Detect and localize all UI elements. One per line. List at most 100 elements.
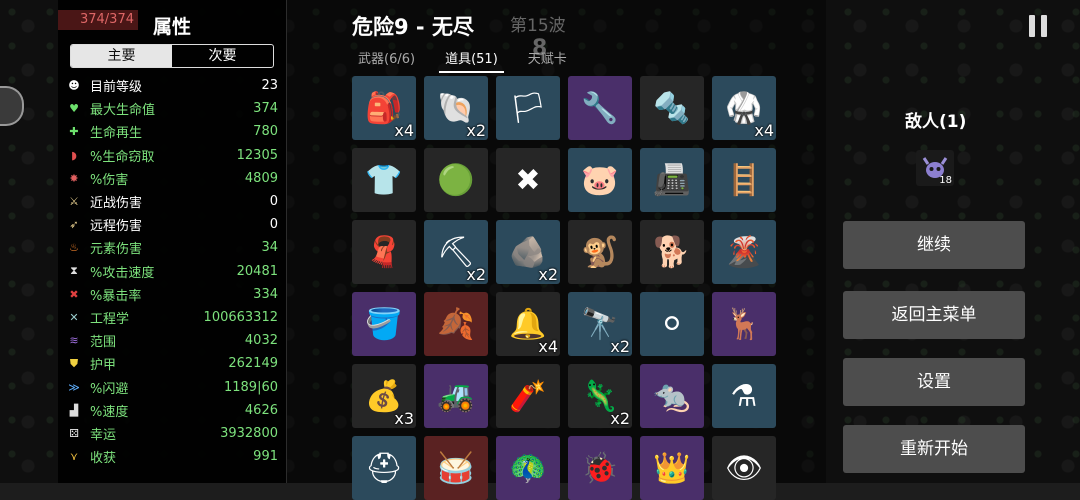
pause-icon <box>1029 15 1035 37</box>
dice-icon: ⚄ <box>69 426 79 440</box>
stat-name: 目前等级 <box>90 80 143 96</box>
stat-value: 100663312 <box>203 309 278 325</box>
monkey-icon: 🐒 <box>581 234 619 270</box>
main-menu-button[interactable]: 返回主菜单 <box>843 291 1025 339</box>
enemy-skull-icon[interactable]: 18 <box>916 150 954 186</box>
crown-icon: 👑 <box>653 450 691 486</box>
range-icon: ≋ <box>69 334 79 348</box>
green-stairs-item[interactable]: 🪜 <box>712 148 776 212</box>
drum-item[interactable]: 🥁 <box>424 436 488 500</box>
stat-row: ▟ %速度 4626 <box>66 399 278 422</box>
dog-item[interactable]: 🐕 <box>640 220 704 284</box>
snowball-item[interactable]: ⚪ <box>640 292 704 356</box>
item-quantity: x2 <box>538 265 558 284</box>
stat-value: 4809 <box>244 170 278 186</box>
peacock-item[interactable]: 🦚 <box>496 436 560 500</box>
crown-item[interactable]: 👑 <box>640 436 704 500</box>
gadget-item[interactable]: 🔔 x4 <box>496 292 560 356</box>
regen-icon: ✚ <box>69 125 79 139</box>
black-belt-item[interactable]: 🥋 x4 <box>712 76 776 140</box>
stat-value: 23 <box>261 78 278 94</box>
antler-skull-item[interactable]: 🦌 <box>712 292 776 356</box>
red-scarf-item[interactable]: 🧣 <box>352 220 416 284</box>
stat-row: ⛊ 护甲 262149 <box>66 352 278 375</box>
stat-row: ⧗ %攻击速度 20481 <box>66 260 278 283</box>
tools-icon: 🔧 <box>581 90 619 126</box>
stat-row: ≋ 范围 4032 <box>66 329 278 352</box>
stat-name: 远程伤害 <box>90 219 143 235</box>
crit-icon: ✖ <box>69 287 79 301</box>
whistle-item[interactable]: 🔩 <box>640 76 704 140</box>
claw-item[interactable]: ✖ <box>496 148 560 212</box>
restart-button[interactable]: 重新开始 <box>843 425 1025 473</box>
antler-skull-icon: 🦌 <box>725 306 763 342</box>
tab-talent-cards[interactable]: 天赋卡 <box>522 48 573 73</box>
rat-item[interactable]: 🐀 <box>640 364 704 428</box>
shovel-item[interactable]: ⛏ x2 <box>424 220 488 284</box>
spyglass-item[interactable]: 🔭 x2 <box>568 292 632 356</box>
tractor-icon: 🚜 <box>437 378 475 414</box>
rock-item[interactable]: 🪨 x2 <box>496 220 560 284</box>
item-quantity: x2 <box>466 121 486 140</box>
tractor-item[interactable]: 🚜 <box>424 364 488 428</box>
drum-icon: 🥁 <box>437 450 475 486</box>
peacock-icon: 🦚 <box>509 450 547 486</box>
stat-value: 34 <box>261 240 278 256</box>
monkey-item[interactable]: 🐒 <box>568 220 632 284</box>
continue-button[interactable]: 继续 <box>843 221 1025 269</box>
tab-secondary-stats[interactable]: 次要 <box>172 45 273 67</box>
piggy-bank-item[interactable]: 🐷 <box>568 148 632 212</box>
stat-name: %速度 <box>90 404 129 420</box>
item-quantity: x2 <box>466 265 486 284</box>
stat-row: ◗ %生命窃取 12305 <box>66 144 278 167</box>
stat-name: 生命再生 <box>90 126 143 142</box>
tab-weapons[interactable]: 武器(6/6) <box>352 48 421 73</box>
item-quantity: x4 <box>394 121 414 140</box>
plaid-shirt-item[interactable]: 👕 <box>352 148 416 212</box>
padlock-item[interactable]: 🎒 x4 <box>352 76 416 140</box>
rainbow-leaf-icon: 🍂 <box>437 306 475 342</box>
green-stairs-icon: 🪜 <box>725 162 763 198</box>
rat-icon: 🐀 <box>653 378 691 414</box>
cash-machine-item[interactable]: 📠 <box>640 148 704 212</box>
dodge-icon: ≫ <box>68 380 80 394</box>
ranged-icon: ➶ <box>69 218 79 232</box>
piggy-bank-icon: 🐷 <box>581 162 619 198</box>
potion-item[interactable]: ⚗ <box>712 364 776 428</box>
lizard-item[interactable]: 🦎 x2 <box>568 364 632 428</box>
red-scarf-icon: 🧣 <box>365 234 403 270</box>
rainbow-leaf-item[interactable]: 🍂 <box>424 292 488 356</box>
volcano-item[interactable]: 🌋 <box>712 220 776 284</box>
dynamite-item[interactable]: 🧨 <box>496 364 560 428</box>
bucket-item[interactable]: 🪣 <box>352 292 416 356</box>
pause-icon-bar <box>1041 15 1047 37</box>
stat-value: 12305 <box>236 147 278 163</box>
stat-value: 780 <box>253 124 278 140</box>
scythe-snail-item[interactable]: 🐚 x2 <box>424 76 488 140</box>
stat-row: ☻ 目前等级 23 <box>66 74 278 97</box>
green-slime-item[interactable]: 🟢 <box>424 148 488 212</box>
stat-value: 374 <box>253 101 278 117</box>
claw-icon: ✖ <box>515 162 541 198</box>
stat-value: 4032 <box>244 333 278 349</box>
pause-button[interactable] <box>1020 8 1056 44</box>
stats-tabs: 主要 次要 <box>70 44 274 68</box>
medkit-item[interactable]: ⛑ <box>352 436 416 500</box>
stat-name: %生命窃取 <box>90 149 155 165</box>
tab-primary-stats[interactable]: 主要 <box>71 45 172 67</box>
white-flag-item[interactable]: 🏳 <box>496 76 560 140</box>
tab-items[interactable]: 道具(51) <box>439 48 504 73</box>
stat-row: ✸ %伤害 4809 <box>66 167 278 190</box>
sack-item[interactable]: 💰 x3 <box>352 364 416 428</box>
item-quantity: x4 <box>754 121 774 140</box>
tools-item[interactable]: 🔧 <box>568 76 632 140</box>
item-tabs: 武器(6/6) 道具(51) 天赋卡 <box>352 48 591 73</box>
bug-item[interactable]: 🐞 <box>568 436 632 500</box>
snowball-icon: ⚪ <box>659 306 685 342</box>
heart-icon: ♥ <box>69 102 79 116</box>
settings-button[interactable]: 设置 <box>843 358 1025 406</box>
stat-name: 幸运 <box>90 427 117 443</box>
eyeball-item[interactable]: 👁 <box>712 436 776 500</box>
stat-row: ≫ %闪避 1189|60 <box>66 375 278 398</box>
items-panel: 危险9 - 无尽 第15波 8 武器(6/6) 道具(51) 天赋卡 🎒 x4 🐚 x… <box>286 0 826 500</box>
